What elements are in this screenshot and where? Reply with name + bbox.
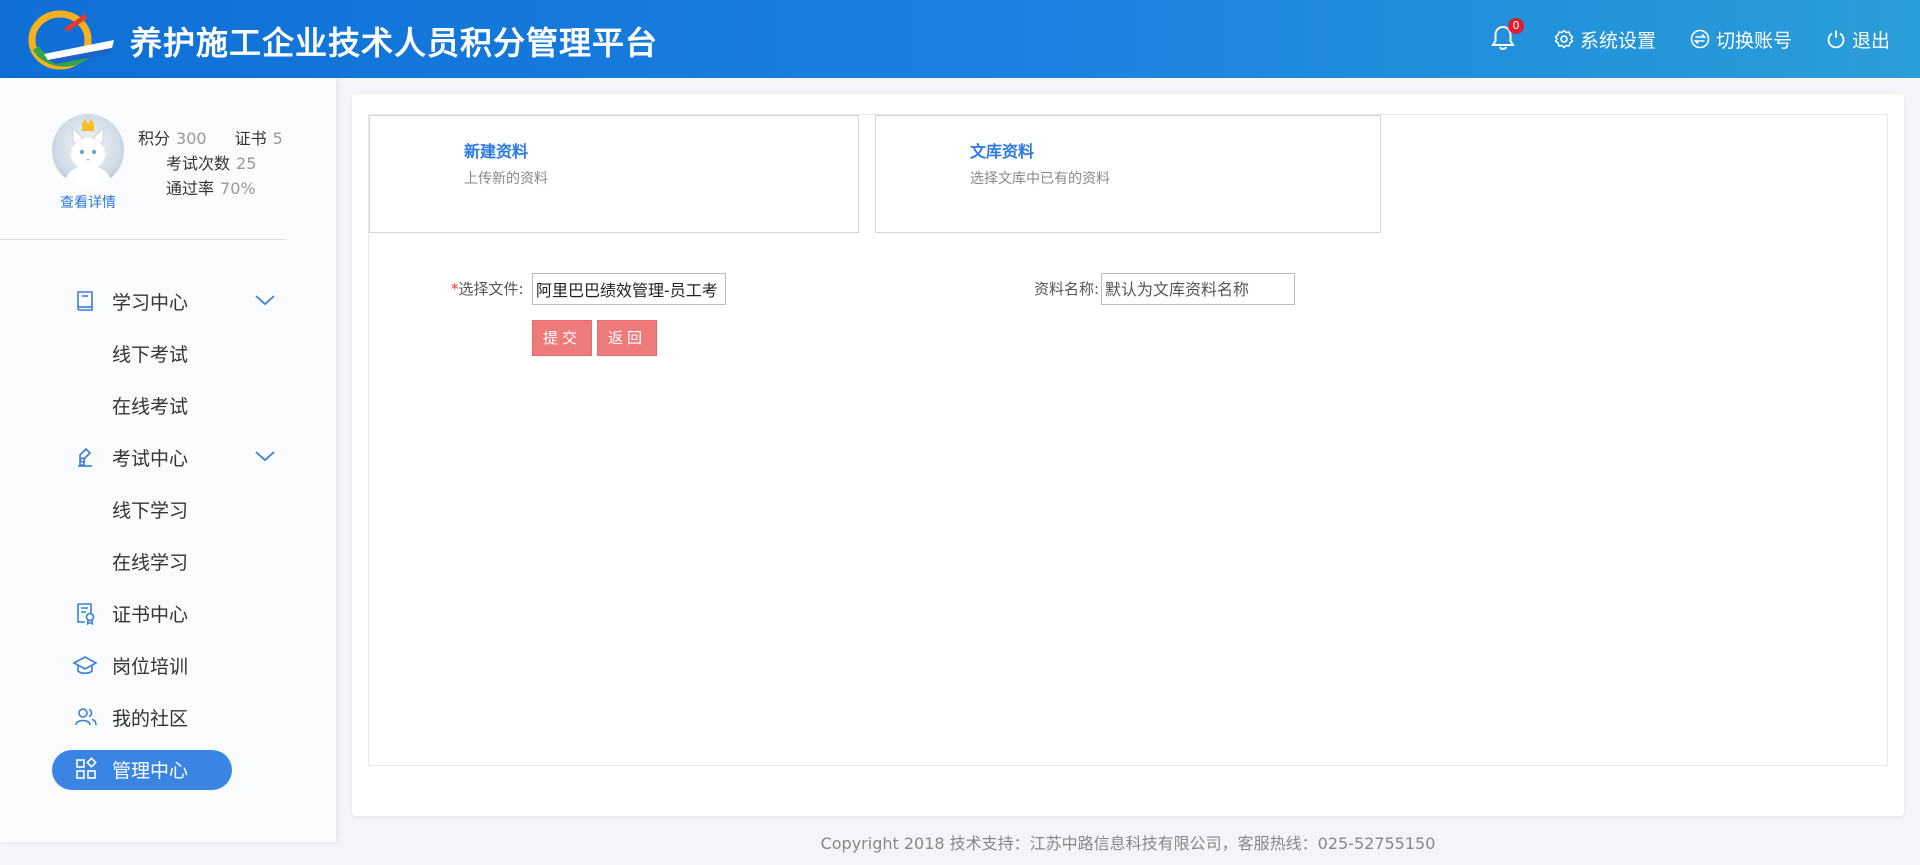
sidebar-menu: 学习中心 线下考试 在线考试 考试中心 线下学习 在线学习 证书中心 岗位培训 … [0, 275, 336, 795]
sidebar-item-job-training[interactable]: 岗位培训 [0, 639, 336, 691]
file-input[interactable] [532, 273, 726, 305]
sidebar-item-certificate-center[interactable]: 证书中心 [0, 587, 336, 639]
switch-account-label: 切换账号 [1715, 29, 1792, 52]
file-field-label: *选择文件: [451, 278, 524, 299]
exam-count-label: 考试次数 [166, 154, 231, 173]
switch-account-button[interactable]: 切换账号 [1690, 26, 1792, 53]
submit-button[interactable]: 提交 [532, 320, 592, 356]
book-icon [77, 291, 93, 311]
gear-icon [1554, 29, 1574, 49]
sidebar-item-study-center[interactable]: 学习中心 [0, 275, 336, 327]
chevron-down-icon [255, 295, 275, 306]
app-title: 养护施工企业技术人员积分管理平台 [130, 24, 659, 62]
header-actions: 0 系统设置 切换账号 退出 [1490, 0, 1890, 78]
sidebar-item-label: 学习中心 [112, 291, 189, 314]
notification-button[interactable]: 0 [1490, 18, 1524, 54]
switch-icon [1690, 29, 1710, 49]
sidebar-item-online-exam[interactable]: 在线考试 [0, 379, 336, 431]
sidebar-item-offline-exam[interactable]: 线下考试 [0, 327, 336, 379]
sidebar: 查看详情 积分 300 证书 5 考试次数 25 通过率 70% 学习中心 线下… [0, 78, 336, 842]
logout-label: 退出 [1851, 29, 1890, 52]
back-button[interactable]: 返回 [597, 320, 657, 356]
sidebar-item-label: 线下学习 [112, 499, 189, 522]
sidebar-item-label: 在线考试 [112, 395, 189, 418]
library-material-subtitle: 选择文库中已有的资料 [970, 171, 1110, 187]
sidebar-item-label: 线下考试 [112, 343, 189, 366]
user-stats: 积分 300 证书 5 考试次数 25 通过率 70% [138, 126, 283, 201]
sidebar-item-label: 岗位培训 [112, 655, 189, 678]
pass-rate-value: 70% [220, 179, 256, 198]
sidebar-item-label: 在线学习 [112, 551, 189, 574]
sidebar-item-exam-center[interactable]: 考试中心 [0, 431, 336, 483]
avatar[interactable] [52, 114, 124, 186]
system-settings-label: 系统设置 [1579, 29, 1656, 52]
points-value: 300 [176, 129, 207, 148]
content-frame: 新建资料 上传新的资料 文库资料 选择文库中已有的资料 *选择文件: 资料名称:… [368, 114, 1888, 766]
sidebar-item-label: 管理中心 [112, 759, 189, 782]
grid-icon [76, 757, 97, 779]
logo-icon [28, 10, 114, 70]
power-icon [1827, 30, 1845, 49]
sidebar-item-label: 考试中心 [112, 447, 189, 470]
graduation-cap-icon [72, 656, 98, 675]
sidebar-divider [0, 239, 285, 240]
footer-copyright: Copyright 2018 技术支持：江苏中路信息科技有限公司，客服热线：02… [820, 834, 1436, 853]
stat-row-points: 积分 300 证书 5 [138, 126, 283, 151]
sidebar-item-my-community[interactable]: 我的社区 [0, 691, 336, 743]
exam-icon [78, 447, 92, 467]
chevron-down-icon [255, 451, 275, 462]
cert-value: 5 [272, 129, 283, 148]
stat-row-exams: 考试次数 25 [138, 151, 283, 176]
view-detail-link[interactable]: 查看详情 [60, 192, 116, 212]
sidebar-item-online-study[interactable]: 在线学习 [0, 535, 336, 587]
cert-label: 证书 [234, 129, 267, 148]
community-icon [75, 708, 97, 726]
logout-button[interactable]: 退出 [1826, 26, 1890, 53]
notification-badge: 0 [1507, 18, 1524, 34]
stat-row-pass-rate: 通过率 70% [138, 176, 283, 201]
cat-avatar-icon [66, 119, 110, 186]
system-settings-button[interactable]: 系统设置 [1554, 26, 1656, 53]
new-material-subtitle: 上传新的资料 [464, 171, 548, 187]
library-material-card[interactable]: 文库资料 选择文库中已有的资料 [875, 115, 1381, 233]
material-name-label: 资料名称: [1034, 280, 1100, 298]
material-name-input[interactable] [1101, 273, 1295, 305]
main-panel: 新建资料 上传新的资料 文库资料 选择文库中已有的资料 *选择文件: 资料名称:… [352, 94, 1904, 816]
exam-count-value: 25 [236, 154, 257, 173]
top-header: 养护施工企业技术人员积分管理平台 0 系统设置 切换账号 退出 [0, 0, 1920, 78]
sidebar-item-management-center[interactable]: 管理中心 [0, 743, 336, 795]
new-material-card[interactable]: 新建资料 上传新的资料 [369, 115, 859, 233]
file-label-text: 选择文件: [458, 280, 524, 298]
certificate-icon [77, 603, 95, 625]
sidebar-item-offline-study[interactable]: 线下学习 [0, 483, 336, 535]
library-material-title: 文库资料 [970, 142, 1035, 161]
required-mark: * [451, 280, 459, 298]
points-label: 积分 [138, 129, 171, 148]
sidebar-item-label: 我的社区 [112, 707, 189, 730]
pass-rate-label: 通过率 [166, 179, 215, 198]
user-profile: 查看详情 积分 300 证书 5 考试次数 25 通过率 70% [52, 114, 292, 214]
sidebar-item-label: 证书中心 [112, 603, 189, 626]
new-material-title: 新建资料 [464, 142, 529, 161]
